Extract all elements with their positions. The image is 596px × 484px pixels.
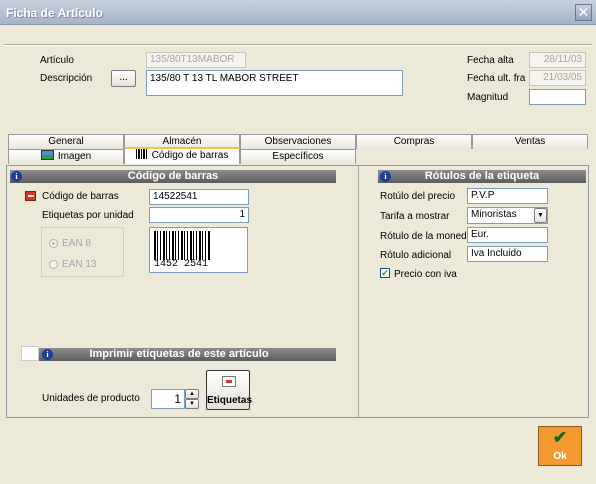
rotulos-section-header: Rótulos de la etiqueta — [378, 170, 586, 183]
barcode-preview: 1452 2541 — [149, 227, 248, 273]
etiquetas-unidad-label: Etiquetas por unidad — [42, 210, 134, 221]
print-section-title: Imprimir etiquetas de este artículo — [89, 348, 269, 360]
fecha-ult-label: Fecha ult. fra — [467, 73, 526, 84]
print-section-header: Imprimir etiquetas de este artículo — [22, 348, 336, 361]
unidades-producto-label: Unidades de producto — [42, 393, 140, 404]
tab-imagen[interactable]: Imagen — [8, 149, 124, 164]
etiquetas-button-label: Etiquetas — [207, 395, 253, 406]
articulo-field[interactable]: 135/80T13MABOR — [146, 52, 246, 68]
fecha-alta-label: Fecha alta — [467, 55, 514, 66]
tarifa-label: Tarifa a mostrar — [380, 211, 450, 222]
tab-codigo-barras-label: Código de barras — [151, 150, 229, 161]
precio-iva-label: Precio con iva — [394, 269, 457, 280]
rotulo-adicional-field[interactable]: Iva Incluido — [467, 246, 548, 262]
ok-button[interactable]: ✔ Ok — [538, 426, 582, 466]
image-icon — [40, 150, 54, 160]
close-icon: ✕ — [577, 4, 590, 20]
fecha-ult-field[interactable]: 21/03/05 — [529, 70, 586, 86]
ean13-label: EAN 13 — [62, 259, 97, 270]
descripcion-field[interactable]: 135/80 T 13 TL MABOR STREET — [146, 70, 403, 96]
tab-observaciones[interactable]: Observaciones — [240, 134, 356, 149]
checkmark-icon: ✔ — [552, 428, 568, 447]
codigo-barras-field[interactable]: 14522541 — [149, 189, 249, 205]
ean8-radio[interactable] — [49, 239, 58, 248]
precio-iva-checkbox[interactable]: ✔ — [380, 268, 390, 278]
barcode-icon — [135, 149, 148, 159]
arrow-right-icon — [25, 191, 36, 201]
rotulo-precio-field[interactable]: P.V.P — [467, 188, 548, 204]
rotulos-section-title: Rótulos de la etiqueta — [424, 170, 540, 182]
barcode-section-header: Código de barras — [10, 170, 336, 183]
barcode-section-title: Código de barras — [127, 170, 219, 182]
descripcion-lookup-button[interactable]: ... — [111, 70, 136, 87]
header-divider — [4, 44, 592, 46]
tab-compras[interactable]: Compras — [356, 134, 472, 149]
descripcion-label: Descripción — [40, 73, 93, 84]
articulo-label: Artículo — [40, 55, 74, 66]
etiquetas-unidad-field[interactable]: 1 — [149, 207, 249, 223]
unidades-spinner[interactable]: ▲ ▼ — [185, 389, 199, 409]
tab-ventas[interactable]: Ventas — [472, 134, 588, 149]
unidades-producto-field[interactable]: 1 — [151, 389, 185, 409]
rotulo-moneda-field[interactable]: Eur. — [467, 227, 548, 243]
tab-general[interactable]: General — [8, 134, 124, 149]
tab-codigo-barras[interactable]: Código de barras — [124, 147, 240, 164]
rotulo-adicional-label: Rótulo adicional — [380, 250, 452, 261]
tab-especificos[interactable]: Específicos — [240, 149, 356, 164]
spinner-up-icon[interactable]: ▲ — [185, 389, 199, 399]
label-sheet-icon — [21, 346, 39, 361]
magnitud-label: Magnitud — [467, 92, 509, 103]
window-title: Ficha de Artículo — [6, 6, 103, 20]
fecha-alta-field[interactable]: 28/11/03 — [529, 52, 586, 68]
codigo-barras-label: Código de barras — [42, 191, 119, 202]
rotulos-info-icon: i — [380, 171, 391, 182]
etiquetas-button[interactable]: Etiquetas — [206, 370, 253, 410]
tab-imagen-label: Imagen — [57, 151, 92, 162]
tarifa-selected-value: Minoristas — [471, 209, 517, 220]
panel-divider — [358, 166, 359, 417]
ean8-label: EAN 8 — [62, 238, 91, 249]
magnitud-field[interactable] — [529, 89, 586, 105]
ean13-radio[interactable] — [49, 260, 58, 269]
print-info-icon: i — [42, 349, 53, 360]
close-button[interactable]: ✕ — [575, 4, 592, 21]
rotulo-precio-label: Rotúlo del precio — [380, 191, 456, 202]
rotulo-moneda-label: Rótulo de la moneda — [380, 231, 473, 242]
ok-button-label: Ok — [553, 451, 567, 462]
chevron-down-icon[interactable]: ▼ — [534, 208, 547, 223]
info-icon: i — [11, 171, 22, 182]
barcode-text: 1452 2541 — [152, 259, 210, 270]
spinner-down-icon[interactable]: ▼ — [185, 399, 199, 409]
print-label-icon — [222, 376, 236, 387]
